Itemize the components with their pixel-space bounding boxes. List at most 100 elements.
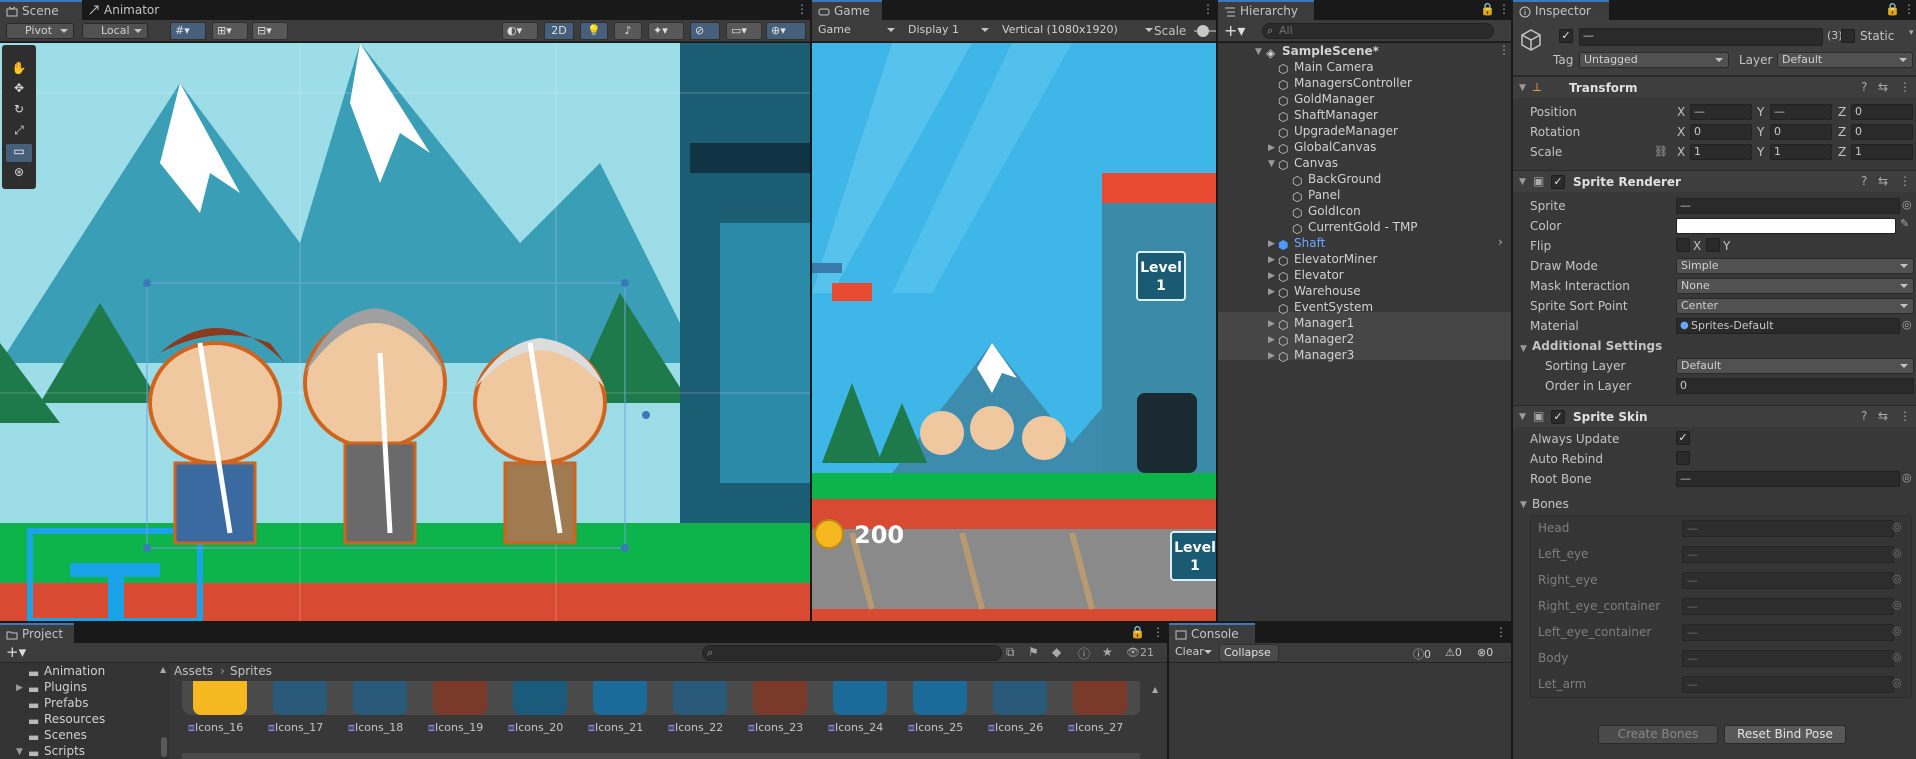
effects-button[interactable]: ✦▾: [648, 22, 684, 40]
project-lock-icon[interactable]: 🔒: [1130, 625, 1145, 639]
hierarchy-item-manager2[interactable]: ⬡ Manager2: [1278, 331, 1354, 348]
clear-dropdown[interactable]: Clear: [1171, 645, 1217, 661]
tab-hierarchy[interactable]: Hierarchy: [1218, 0, 1314, 20]
draw-mode-button[interactable]: ◐▾: [502, 22, 538, 40]
color-swatch[interactable]: [1676, 218, 1896, 234]
game-view-dropdown[interactable]: Game: [814, 23, 900, 39]
warehouse-fold-icon[interactable]: ▶: [1268, 287, 1275, 297]
increment-snap-button[interactable]: ⊟▾: [252, 22, 288, 40]
divider[interactable]: [1167, 623, 1169, 759]
project-more-icon[interactable]: ⋮: [1152, 625, 1164, 639]
global-canvas-fold-icon[interactable]: ▶: [1268, 143, 1275, 153]
preset-icon[interactable]: ⇆: [1878, 174, 1888, 188]
sprite-skin-header[interactable]: ▼ ▣ ✓ Sprite Skin ? ⇆ ⋮: [1513, 405, 1916, 427]
bone-picker-icon[interactable]: ◎: [1892, 598, 1902, 611]
project-search-input[interactable]: ⌕: [702, 645, 1002, 661]
order-in-layer-field[interactable]: 0: [1676, 378, 1914, 394]
bone-picker-icon[interactable]: ◎: [1892, 546, 1902, 559]
rotation-x-field[interactable]: 0: [1690, 124, 1752, 140]
asset-icons-27[interactable]: ⧈Icons_27: [1068, 681, 1130, 735]
scene-more-icon[interactable]: ⋮: [796, 2, 808, 16]
grid-snap-button[interactable]: #▾: [170, 22, 206, 40]
breadcrumb-sprites[interactable]: Sprites: [230, 664, 272, 678]
mask-interaction-dropdown[interactable]: None: [1676, 278, 1914, 294]
hierarchy-item-canvas[interactable]: ⬡ Canvas: [1278, 155, 1338, 172]
info-icon[interactable]: ⓘ: [1078, 645, 1090, 662]
scale-tool-icon[interactable]: ⤢: [6, 123, 32, 141]
scale-y-field[interactable]: 1: [1770, 144, 1832, 160]
plugins-fold-icon[interactable]: ▶: [16, 683, 23, 693]
inspector-lock-icon[interactable]: 🔒: [1885, 2, 1900, 16]
layer-dropdown[interactable]: Default: [1777, 52, 1913, 68]
divider[interactable]: [810, 0, 812, 621]
manager2-fold-icon[interactable]: ▶: [1268, 335, 1275, 345]
search-by-type-icon[interactable]: ⧉: [1006, 645, 1015, 660]
rotation-z-field[interactable]: 0: [1851, 124, 1913, 140]
bones-fold-icon[interactable]: ▼: [1520, 500, 1527, 510]
hierarchy-item-event-system[interactable]: ⬡ EventSystem: [1278, 299, 1373, 316]
object-name-input[interactable]: —: [1579, 28, 1823, 46]
shaft-fold-icon[interactable]: ▶: [1268, 239, 1275, 249]
manager1-fold-icon[interactable]: ▶: [1268, 319, 1275, 329]
camera-button[interactable]: ▭▾: [726, 22, 762, 40]
divider[interactable]: [0, 621, 1511, 623]
manager3-fold-icon[interactable]: ▶: [1268, 351, 1275, 361]
bone-field-head[interactable]: —: [1682, 520, 1894, 537]
bone-picker-icon[interactable]: ◎: [1892, 520, 1902, 533]
scene-more-icon[interactable]: ⋮: [1498, 43, 1510, 57]
hierarchy-item-managers-controller[interactable]: ⬡ ManagersController: [1278, 75, 1412, 92]
hidden-objects-button[interactable]: ⊘: [690, 22, 720, 40]
constrain-proportions-icon[interactable]: ⛓: [1654, 145, 1668, 158]
hierarchy-item-upgrade-manager[interactable]: ⬡ UpgradeManager: [1278, 123, 1398, 140]
sprite-skin-fold-icon[interactable]: ▼: [1519, 412, 1526, 422]
component-more-icon[interactable]: ⋮: [1899, 80, 1911, 94]
scroll-thumb[interactable]: [161, 737, 167, 757]
bone-picker-icon[interactable]: ◎: [1892, 650, 1902, 663]
additional-settings-label[interactable]: Additional Settings: [1532, 339, 1662, 353]
sprite-skin-enabled-checkbox[interactable]: ✓: [1551, 410, 1565, 424]
bone-field-left-eye[interactable]: —: [1682, 546, 1894, 563]
hierarchy-item-background[interactable]: ⬡ BackGround: [1292, 171, 1381, 188]
divider[interactable]: [1511, 0, 1513, 759]
hierarchy-item-panel[interactable]: ⬡ Panel: [1292, 187, 1340, 204]
sprite-sort-point-dropdown[interactable]: Center: [1676, 298, 1914, 314]
display-dropdown[interactable]: Display 1: [904, 23, 994, 39]
scale-x-field[interactable]: 1: [1690, 144, 1752, 160]
position-y-field[interactable]: —: [1770, 104, 1832, 120]
object-picker-icon[interactable]: ◎: [1902, 198, 1912, 211]
hierarchy-item-warehouse[interactable]: ⬡ Warehouse: [1278, 283, 1361, 300]
hierarchy-item-current-gold[interactable]: ⬡ CurrentGold - TMP: [1292, 219, 1418, 236]
folder-tree-scrollbar[interactable]: ▲: [160, 665, 168, 757]
always-update-checkbox[interactable]: ✓: [1676, 431, 1690, 445]
hierarchy-item-manager3[interactable]: ⬡ Manager3: [1278, 347, 1354, 364]
tab-console[interactable]: Console: [1169, 623, 1255, 643]
bone-picker-icon[interactable]: ◎: [1892, 624, 1902, 637]
hierarchy-scene-root[interactable]: ◈ SampleScene*: [1266, 43, 1379, 60]
console-more-icon[interactable]: ⋮: [1495, 625, 1507, 639]
flip-y-checkbox[interactable]: [1706, 238, 1720, 252]
asset-icons-26[interactable]: ⧈Icons_26: [988, 681, 1050, 735]
tab-inspector[interactable]: Inspector: [1513, 0, 1609, 20]
hidden-packages-count[interactable]: 👁21: [1126, 646, 1154, 659]
root-bone-picker-icon[interactable]: ◎: [1902, 471, 1912, 484]
transform-header[interactable]: ▼ ⟂ Transform ? ⇆ ⋮: [1513, 76, 1916, 98]
audio-button[interactable]: ♪: [614, 22, 642, 40]
hierarchy-item-global-canvas[interactable]: ⬡ GlobalCanvas: [1278, 139, 1376, 156]
scroll-up-icon[interactable]: ▲: [1152, 685, 1158, 694]
asset-icons-19[interactable]: ⧈Icons_19: [428, 681, 490, 735]
search-by-label-icon[interactable]: ⚑: [1028, 645, 1039, 659]
scroll-up-icon[interactable]: ▲: [160, 665, 166, 674]
position-x-field[interactable]: —: [1690, 104, 1752, 120]
scene-viewport[interactable]: ✋ ✥ ↻ ⤢ ▭ ⊛: [0, 43, 810, 621]
eyedropper-icon[interactable]: ✎: [1900, 217, 1909, 230]
asset-icons-18[interactable]: ⧈Icons_18: [348, 681, 410, 735]
favorite-icon[interactable]: ★: [1102, 645, 1113, 659]
game-more-icon[interactable]: ⋮: [1202, 2, 1214, 16]
hierarchy-item-shaft-manager[interactable]: ⬡ ShaftManager: [1278, 107, 1378, 124]
folder-plugins[interactable]: ▬ Plugins: [28, 679, 87, 696]
asset-icons-22[interactable]: ⧈Icons_22: [668, 681, 730, 735]
hierarchy-more-icon[interactable]: ⋮: [1498, 2, 1510, 16]
hand-tool-icon[interactable]: ✋: [6, 61, 32, 79]
help-icon[interactable]: ?: [1861, 174, 1867, 188]
static-dropdown-icon[interactable]: ▾: [1909, 28, 1914, 38]
